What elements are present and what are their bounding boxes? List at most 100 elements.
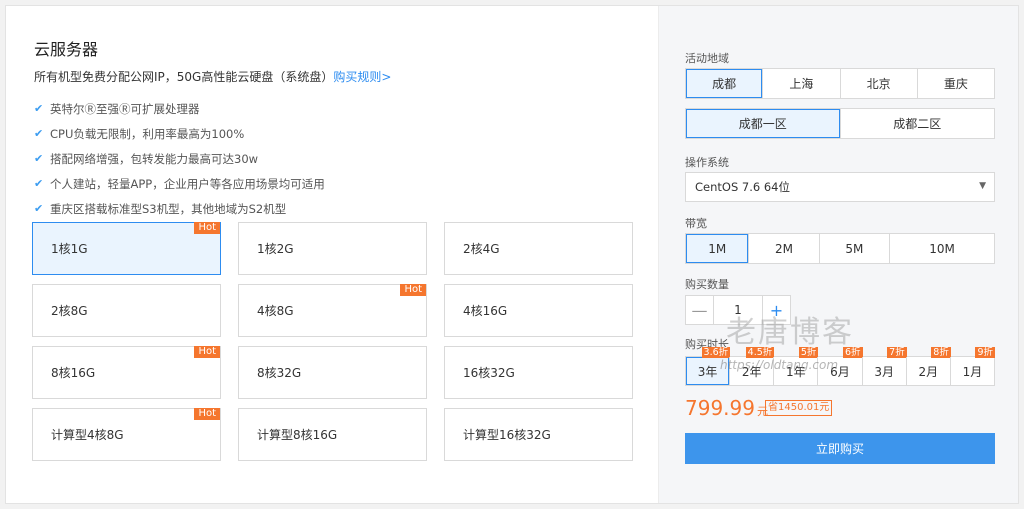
hot-badge: Hot bbox=[194, 408, 220, 420]
feature-text: 搭配网络增强，包转发能力最高可达30w bbox=[50, 151, 259, 166]
check-icon: ✔ bbox=[34, 102, 44, 115]
duration-label-text: 2年 bbox=[741, 364, 762, 379]
discount-badge: 4.5折 bbox=[745, 347, 775, 358]
price-amount: 799.99 bbox=[685, 396, 755, 420]
feature-item: ✔ 搭配网络增强，包转发能力最高可达30w bbox=[34, 146, 325, 171]
duration-label-text: 6月 bbox=[830, 364, 850, 379]
plan-label: 16核32G bbox=[463, 366, 515, 380]
duration-label-text: 3月 bbox=[874, 364, 894, 379]
buy-now-button[interactable]: 立即购买 bbox=[685, 433, 995, 464]
region-option[interactable]: 成都 bbox=[686, 69, 763, 98]
bandwidth-option[interactable]: 1M bbox=[686, 234, 749, 263]
region-option[interactable]: 上海 bbox=[762, 69, 839, 98]
subtitle-text: 所有机型免费分配公网IP，50G高性能云硬盘（系统盘） bbox=[34, 70, 334, 84]
order-panel: 活动地域 成都 上海 北京 重庆 成都一区 成都二区 操作系统 CentOS 7.6 6… bbox=[658, 6, 1018, 503]
plan-option[interactable]: 计算型16核32G bbox=[444, 408, 633, 461]
price: 799.99 元 bbox=[685, 396, 768, 420]
plan-option[interactable]: 2核4G bbox=[444, 222, 633, 275]
plan-label: 1核1G bbox=[51, 242, 88, 256]
chevron-down-icon: ▼ bbox=[979, 181, 986, 191]
feature-text: 英特尔Ⓡ至强Ⓡ可扩展处理器 bbox=[50, 101, 200, 116]
feature-item: ✔ 个人建站，轻量APP，企业用户等各应用场景均可适用 bbox=[34, 171, 325, 196]
plan-label: 2核8G bbox=[51, 304, 88, 318]
os-label: 操作系统 bbox=[685, 156, 729, 169]
bandwidth-option[interactable]: 10M bbox=[889, 234, 994, 263]
duration-option[interactable]: 2月 8折 bbox=[905, 347, 951, 385]
discount-badge: 5折 bbox=[798, 347, 819, 358]
zone-option[interactable]: 成都二区 bbox=[839, 109, 995, 138]
bandwidth-option[interactable]: 2M bbox=[748, 234, 818, 263]
plan-label: 8核16G bbox=[51, 366, 96, 380]
duration-selector: 3年 3.6折 2年 4.5折 1年 5折 6月 6折 3月 7折 2月 8折 1月 9折 bbox=[685, 347, 995, 386]
plan-option[interactable]: 8核32G bbox=[238, 346, 427, 399]
check-icon: ✔ bbox=[34, 202, 44, 215]
plan-option[interactable]: 1核1G Hot bbox=[32, 222, 221, 275]
page: 云服务器 所有机型免费分配公网IP，50G高性能云硬盘（系统盘）购买规则> ✔ 英… bbox=[0, 0, 1024, 509]
duration-option[interactable]: 3年 3.6折 bbox=[686, 347, 731, 385]
check-icon: ✔ bbox=[34, 127, 44, 140]
feature-text: 个人建站，轻量APP，企业用户等各应用场景均可适用 bbox=[50, 176, 325, 191]
duration-option[interactable]: 2年 4.5折 bbox=[729, 347, 775, 385]
plan-label: 4核16G bbox=[463, 304, 508, 318]
region-option[interactable]: 重庆 bbox=[916, 69, 994, 98]
duration-label-text: 3年 bbox=[697, 364, 718, 379]
feature-text: CPU负载无限制，利用率最高为100% bbox=[50, 126, 245, 141]
duration-option[interactable]: 1月 9折 bbox=[949, 347, 995, 385]
bandwidth-option[interactable]: 5M bbox=[818, 234, 889, 263]
feature-item: ✔ 重庆区搭载标准型S3机型，其他地域为S2机型 bbox=[34, 196, 325, 221]
hot-badge: Hot bbox=[194, 346, 220, 358]
feature-item: ✔ 英特尔Ⓡ至强Ⓡ可扩展处理器 bbox=[34, 96, 325, 121]
plan-label: 2核4G bbox=[463, 242, 500, 256]
plan-option[interactable]: 计算型8核16G bbox=[238, 408, 427, 461]
plan-option[interactable]: 计算型4核8G Hot bbox=[32, 408, 221, 461]
feature-list: ✔ 英特尔Ⓡ至强Ⓡ可扩展处理器 ✔ CPU负载无限制，利用率最高为100% ✔ 搭配网络增… bbox=[34, 96, 325, 221]
duration-label-text: 1年 bbox=[786, 364, 806, 379]
discount-badge: 7折 bbox=[887, 347, 907, 358]
feature-text: 重庆区搭载标准型S3机型，其他地域为S2机型 bbox=[50, 201, 287, 216]
bandwidth-selector: 1M 2M 5M 10M bbox=[685, 233, 995, 264]
quantity-label: 购买数量 bbox=[685, 278, 729, 291]
os-value: CentOS 7.6 64位 bbox=[695, 180, 790, 194]
duration-option[interactable]: 6月 6折 bbox=[817, 347, 863, 385]
decrease-button[interactable]: — bbox=[686, 296, 714, 324]
plan-option[interactable]: 2核8G bbox=[32, 284, 221, 337]
subtitle: 所有机型免费分配公网IP，50G高性能云硬盘（系统盘）购买规则> bbox=[34, 68, 391, 85]
duration-option[interactable]: 3月 7折 bbox=[861, 347, 907, 385]
plan-label: 计算型16核32G bbox=[463, 428, 551, 442]
feature-item: ✔ CPU负载无限制，利用率最高为100% bbox=[34, 121, 325, 146]
hot-badge: Hot bbox=[400, 284, 426, 296]
zone-selector: 成都一区 成都二区 bbox=[685, 108, 995, 139]
product-card: 云服务器 所有机型免费分配公网IP，50G高性能云硬盘（系统盘）购买规则> ✔ 英… bbox=[5, 5, 1019, 504]
hot-badge: Hot bbox=[194, 222, 220, 234]
bandwidth-label: 带宽 bbox=[685, 217, 707, 230]
plan-option[interactable]: 4核16G bbox=[444, 284, 633, 337]
plan-label: 计算型8核16G bbox=[257, 428, 338, 442]
discount-badge: 9折 bbox=[975, 347, 995, 358]
purchase-rules-link[interactable]: 购买规则> bbox=[333, 70, 391, 84]
increase-button[interactable]: + bbox=[762, 296, 790, 324]
plan-option[interactable]: 4核8G Hot bbox=[238, 284, 427, 337]
region-selector: 成都 上海 北京 重庆 bbox=[685, 68, 995, 99]
plan-option[interactable]: 8核16G Hot bbox=[32, 346, 221, 399]
discount-badge: 3.6折 bbox=[701, 347, 731, 358]
zone-option[interactable]: 成都一区 bbox=[686, 109, 840, 138]
quantity-value[interactable]: 1 bbox=[714, 296, 762, 324]
region-option[interactable]: 北京 bbox=[839, 69, 917, 98]
discount-badge: 6折 bbox=[843, 347, 863, 358]
plan-label: 8核32G bbox=[257, 366, 302, 380]
discount-badge: 8折 bbox=[931, 347, 951, 358]
plan-label: 计算型4核8G bbox=[51, 428, 124, 442]
page-title: 云服务器 bbox=[34, 40, 99, 59]
os-select[interactable]: CentOS 7.6 64位 ▼ bbox=[685, 172, 995, 202]
plan-label: 4核8G bbox=[257, 304, 294, 318]
plan-option[interactable]: 16核32G bbox=[444, 346, 633, 399]
duration-label-text: 2月 bbox=[918, 364, 939, 379]
quantity-stepper: — 1 + bbox=[685, 295, 791, 325]
product-info-panel: 云服务器 所有机型免费分配公网IP，50G高性能云硬盘（系统盘）购买规则> ✔ 英… bbox=[6, 6, 658, 503]
check-icon: ✔ bbox=[34, 177, 44, 190]
savings-badge: 省1450.01元 bbox=[765, 400, 833, 416]
duration-option[interactable]: 1年 5折 bbox=[773, 347, 819, 385]
duration-label-text: 1月 bbox=[962, 364, 983, 379]
plan-option[interactable]: 1核2G bbox=[238, 222, 427, 275]
plan-label: 1核2G bbox=[257, 242, 294, 256]
